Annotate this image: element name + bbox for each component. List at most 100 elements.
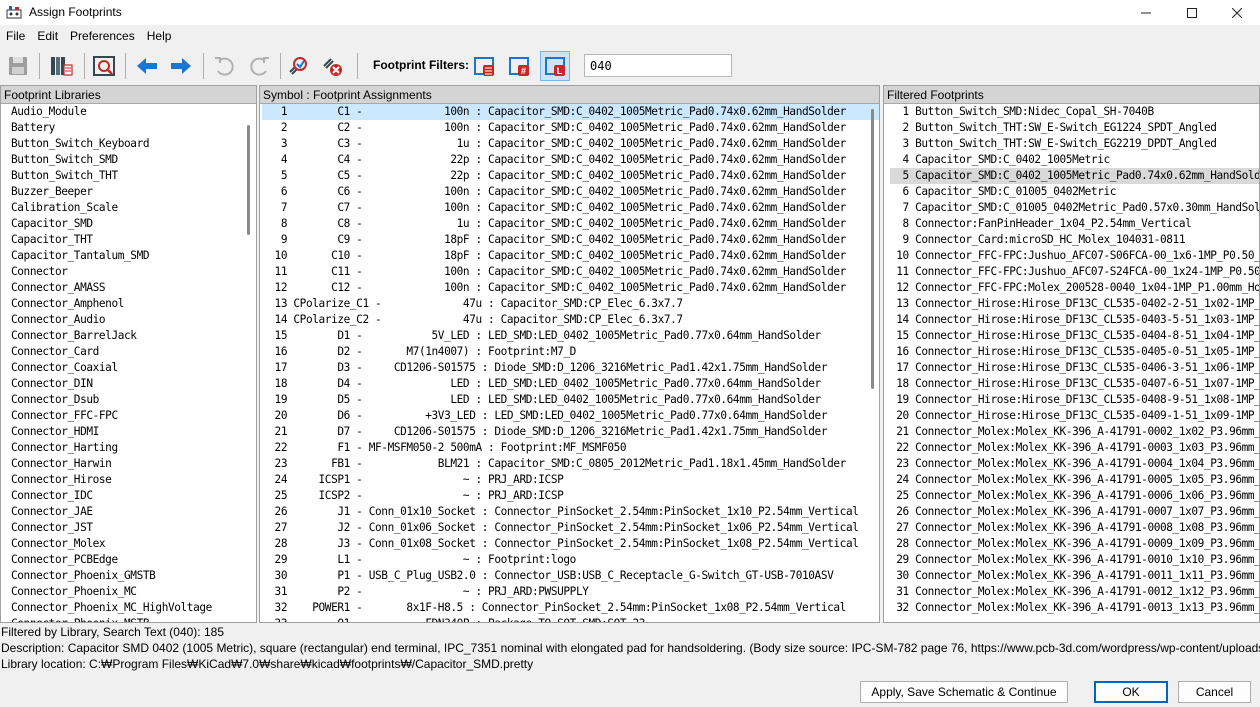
- assignment-row[interactable]: 6 C6 - 100n : Capacitor_SMD:C_0402_1005M…: [262, 184, 879, 200]
- assignment-row[interactable]: 31 P2 - ~ : PRJ_ARD:PWSUPPLY: [262, 584, 879, 600]
- library-list-item[interactable]: Connector_BarrelJack: [11, 328, 256, 344]
- library-list-item[interactable]: Connector_Phoenix_MSTB: [11, 616, 256, 622]
- assignment-row[interactable]: 2 C2 - 100n : Capacitor_SMD:C_0402_1005M…: [262, 120, 879, 136]
- assignment-row[interactable]: 14 CPolarize_C2 - 47u : Capacitor_SMD:CP…: [262, 312, 879, 328]
- library-list-item[interactable]: Connector_PCBEdge: [11, 552, 256, 568]
- footprint-row[interactable]: 26 Connector_Molex:Molex_KK-396_A-41791-…: [890, 504, 1259, 520]
- library-list-item[interactable]: Connector_JST: [11, 520, 256, 536]
- menu-help[interactable]: Help: [141, 27, 178, 47]
- maximize-button[interactable]: [1169, 0, 1215, 25]
- library-scrollbar-thumb[interactable]: [247, 125, 250, 235]
- footprint-row[interactable]: 21 Connector_Molex:Molex_KK-396_A-41791-…: [890, 424, 1259, 440]
- filter-by-keywords-button[interactable]: [469, 51, 499, 81]
- footprint-row[interactable]: 25 Connector_Molex:Molex_KK-396_A-41791-…: [890, 488, 1259, 504]
- cancel-button[interactable]: Cancel: [1178, 681, 1251, 703]
- auto-associate-button[interactable]: [283, 51, 313, 81]
- library-manager-button[interactable]: [46, 51, 76, 81]
- assignment-row[interactable]: 22 F1 - MF-MSFM050-2 500mA : Footprint:M…: [262, 440, 879, 456]
- menu-edit[interactable]: Edit: [31, 27, 64, 47]
- footprint-row[interactable]: 5 Capacitor_SMD:C_0402_1005Metric_Pad0.7…: [890, 168, 1259, 184]
- assignment-row[interactable]: 1 C1 - 100n : Capacitor_SMD:C_0402_1005M…: [262, 104, 879, 120]
- footprint-row[interactable]: 17 Connector_Hirose:Hirose_DF13C_CL535-0…: [890, 360, 1259, 376]
- assignment-row[interactable]: 32 POWER1 - 8x1F-H8.5 : Connector_PinSoc…: [262, 600, 879, 616]
- library-list-item[interactable]: Connector_AMASS: [11, 280, 256, 296]
- library-list-item[interactable]: Connector_Dsub: [11, 392, 256, 408]
- assignment-scrollbar-thumb[interactable]: [871, 109, 874, 389]
- footprint-row[interactable]: 30 Connector_Molex:Molex_KK-396_A-41791-…: [890, 568, 1259, 584]
- footprint-row[interactable]: 4 Capacitor_SMD:C_0402_1005Metric: [890, 152, 1259, 168]
- library-list-item[interactable]: Button_Switch_SMD: [11, 152, 256, 168]
- assignment-row[interactable]: 10 C10 - 18pF : Capacitor_SMD:C_0402_100…: [262, 248, 879, 264]
- footprint-row[interactable]: 24 Connector_Molex:Molex_KK-396_A-41791-…: [890, 472, 1259, 488]
- redo-button[interactable]: [245, 51, 275, 81]
- footprint-row[interactable]: 28 Connector_Molex:Molex_KK-396_A-41791-…: [890, 536, 1259, 552]
- assignment-row[interactable]: 29 L1 - ~ : Footprint:logo: [262, 552, 879, 568]
- close-window-button[interactable]: [1214, 0, 1260, 25]
- assignment-row[interactable]: 27 J2 - Conn_01x06_Socket : Connector_Pi…: [262, 520, 879, 536]
- footprint-filter-input[interactable]: [584, 54, 732, 77]
- assignment-row[interactable]: 24 ICSP1 - ~ : PRJ_ARD:ICSP: [262, 472, 879, 488]
- library-list-item[interactable]: Connector_Phoenix_MC: [11, 584, 256, 600]
- library-list-item[interactable]: Buzzer_Beeper: [11, 184, 256, 200]
- library-list-item[interactable]: Capacitor_Tantalum_SMD: [11, 248, 256, 264]
- library-list-item[interactable]: Connector_Harwin: [11, 456, 256, 472]
- library-list-item[interactable]: Connector_IDC: [11, 488, 256, 504]
- library-list-item[interactable]: Connector_Phoenix_MC_HighVoltage: [11, 600, 256, 616]
- previous-button[interactable]: [132, 51, 162, 81]
- assignment-row[interactable]: 17 D3 - CD1206-S01575 : Diode_SMD:D_1206…: [262, 360, 879, 376]
- assignment-row[interactable]: 13 CPolarize_C1 - 47u : Capacitor_SMD:CP…: [262, 296, 879, 312]
- footprint-row[interactable]: 7 Capacitor_SMD:C_01005_0402Metric_Pad0.…: [890, 200, 1259, 216]
- footprint-row[interactable]: 9 Connector_Card:microSD_HC_Molex_104031…: [890, 232, 1259, 248]
- library-list-item[interactable]: Connector_Phoenix_GMSTB: [11, 568, 256, 584]
- footprint-row[interactable]: 18 Connector_Hirose:Hirose_DF13C_CL535-0…: [890, 376, 1259, 392]
- library-scrollbar[interactable]: [244, 105, 253, 622]
- footprint-row[interactable]: 15 Connector_Hirose:Hirose_DF13C_CL535-0…: [890, 328, 1259, 344]
- library-list-item[interactable]: Connector_FFC-FPC: [11, 408, 256, 424]
- assignment-row[interactable]: 33 Q1 - FDN340P : Package_TO_SOT_SMD:SOT…: [262, 616, 879, 622]
- library-list-item[interactable]: Connector_DIN: [11, 376, 256, 392]
- assignment-row[interactable]: 15 D1 - 5V_LED : LED_SMD:LED_0402_1005Me…: [262, 328, 879, 344]
- menu-file[interactable]: File: [0, 27, 31, 47]
- footprint-row[interactable]: 11 Connector_FFC-FPC:Jushuo_AFC07-S24FCA…: [890, 264, 1259, 280]
- assignment-row[interactable]: 4 C4 - 22p : Capacitor_SMD:C_0402_1005Me…: [262, 152, 879, 168]
- assignment-row[interactable]: 11 C11 - 100n : Capacitor_SMD:C_0402_100…: [262, 264, 879, 280]
- view-footprint-button[interactable]: [89, 51, 119, 81]
- library-list-item[interactable]: Connector_Hirose: [11, 472, 256, 488]
- footprint-row[interactable]: 27 Connector_Molex:Molex_KK-396_A-41791-…: [890, 520, 1259, 536]
- library-list-item[interactable]: Connector_HDMI: [11, 424, 256, 440]
- footprint-row[interactable]: 3 Button_Switch_THT:SW_E-Switch_EG2219_D…: [890, 136, 1259, 152]
- assignment-row[interactable]: 19 D5 - LED : LED_SMD:LED_0402_1005Metri…: [262, 392, 879, 408]
- filter-by-pin-count-button[interactable]: #: [504, 51, 534, 81]
- assignment-row[interactable]: 7 C7 - 100n : Capacitor_SMD:C_0402_1005M…: [262, 200, 879, 216]
- assignment-row[interactable]: 18 D4 - LED : LED_SMD:LED_0402_1005Metri…: [262, 376, 879, 392]
- footprint-row[interactable]: 6 Capacitor_SMD:C_01005_0402Metric: [890, 184, 1259, 200]
- assignment-row[interactable]: 26 J1 - Conn_01x10_Socket : Connector_Pi…: [262, 504, 879, 520]
- menu-preferences[interactable]: Preferences: [64, 27, 141, 47]
- footprint-row[interactable]: 19 Connector_Hirose:Hirose_DF13C_CL535-0…: [890, 392, 1259, 408]
- library-list-item[interactable]: Connector_Card: [11, 344, 256, 360]
- footprint-row[interactable]: 23 Connector_Molex:Molex_KK-396_A-41791-…: [890, 456, 1259, 472]
- footprint-row[interactable]: 20 Connector_Hirose:Hirose_DF13C_CL535-0…: [890, 408, 1259, 424]
- library-list-item[interactable]: Connector_Harting: [11, 440, 256, 456]
- assignment-row[interactable]: 21 D7 - CD1206-S01575 : Diode_SMD:D_1206…: [262, 424, 879, 440]
- footprint-row[interactable]: 1 Button_Switch_SMD:Nidec_Copal_SH-7040B: [890, 104, 1259, 120]
- footprint-row[interactable]: 22 Connector_Molex:Molex_KK-396_A-41791-…: [890, 440, 1259, 456]
- footprint-row[interactable]: 32 Connector_Molex:Molex_KK-396_A-41791-…: [890, 600, 1259, 616]
- assignment-row[interactable]: 20 D6 - +3V3_LED : LED_SMD:LED_0402_1005…: [262, 408, 879, 424]
- library-list-item[interactable]: Button_Switch_Keyboard: [11, 136, 256, 152]
- footprint-row[interactable]: 14 Connector_Hirose:Hirose_DF13C_CL535-0…: [890, 312, 1259, 328]
- footprint-row[interactable]: 10 Connector_FFC-FPC:Jushuo_AFC07-S06FCA…: [890, 248, 1259, 264]
- footprint-row[interactable]: 16 Connector_Hirose:Hirose_DF13C_CL535-0…: [890, 344, 1259, 360]
- library-list-item[interactable]: Capacitor_THT: [11, 232, 256, 248]
- footprint-row[interactable]: 2 Button_Switch_THT:SW_E-Switch_EG1224_S…: [890, 120, 1259, 136]
- assignment-scrollbar[interactable]: [868, 105, 877, 622]
- library-list-item[interactable]: Connector: [11, 264, 256, 280]
- library-list-item[interactable]: Connector_Coaxial: [11, 360, 256, 376]
- footprint-row[interactable]: 31 Connector_Molex:Molex_KK-396_A-41791-…: [890, 584, 1259, 600]
- assignment-row[interactable]: 8 C8 - 1u : Capacitor_SMD:C_0402_1005Met…: [262, 216, 879, 232]
- library-list-item[interactable]: Battery: [11, 120, 256, 136]
- next-button[interactable]: [166, 51, 196, 81]
- library-list-item[interactable]: Connector_Molex: [11, 536, 256, 552]
- assignment-row[interactable]: 28 J3 - Conn_01x08_Socket : Connector_Pi…: [262, 536, 879, 552]
- delete-associations-button[interactable]: [318, 51, 348, 81]
